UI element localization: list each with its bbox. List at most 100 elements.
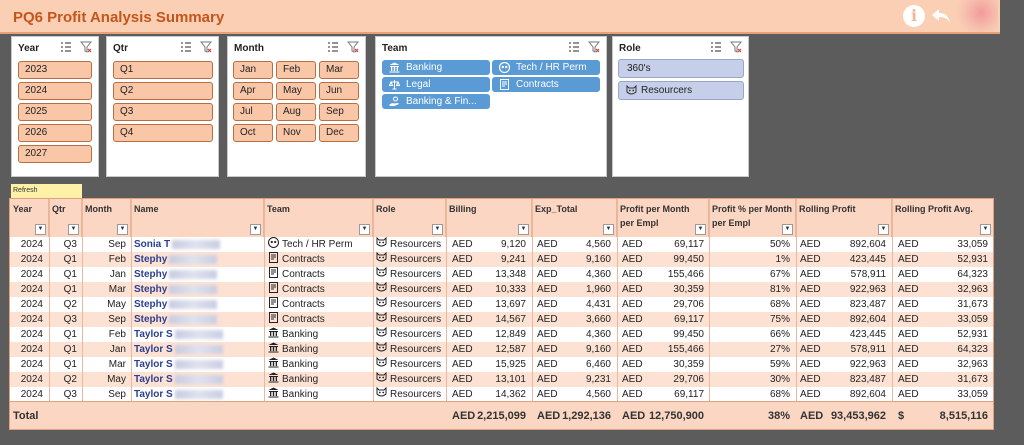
currency-label: AED [898,239,919,250]
multi-select-icon[interactable] [568,41,580,53]
cell-name: Stephy [134,267,262,282]
slicer-item-q3[interactable]: Q3 [113,103,213,121]
slicer-item-2024[interactable]: 2024 [18,82,92,100]
multi-select-icon[interactable] [60,41,72,53]
slicer-item-jul[interactable]: Jul [233,103,273,121]
cell-billing: 14,567 [495,314,526,325]
cell-name: Stephy [134,312,262,327]
filter-dropdown-icon[interactable]: ▼ [603,224,614,235]
table-row[interactable]: 2024 Q3 Sep Taylor S Banking Resourcers AED 14,… [10,387,993,402]
currency-label: AED [452,254,473,265]
filter-dropdown-icon[interactable]: ▼ [518,224,529,235]
currency-label: AED [537,299,558,310]
currency-label: AED [800,299,821,310]
currency-label: AED [898,269,919,280]
slicer-item-jan[interactable]: Jan [233,61,273,79]
table-row[interactable]: 2024 Q1 Jan Taylor S Banking Resourcers AED 12,… [10,342,993,357]
filter-dropdown-icon[interactable]: ▼ [117,224,128,235]
slicer-item-dec[interactable]: Dec [319,124,359,142]
filter-dropdown-icon[interactable]: ▼ [432,224,443,235]
filter-dropdown-icon[interactable]: ▼ [695,224,706,235]
table-row[interactable]: 2024 Q1 Mar Stephy Contracts Resourcers AED 10,… [10,282,993,297]
col-header-role: Role ▼ [373,199,446,237]
table-row[interactable]: 2024 Q1 Mar Taylor S Banking Resourcers AED 15,… [10,357,993,372]
slicer-item-2026[interactable]: 2026 [18,124,92,142]
slicer-item-nov[interactable]: Nov [276,124,316,142]
refresh-button[interactable]: Refresh [11,184,82,198]
currency-label: AED [537,359,558,370]
cell-role: Resourcers [376,312,446,327]
slicer-item-banking-fin[interactable]: Banking & Fin... [382,94,490,109]
currency-label: AED [898,254,919,265]
slicer-item-sep[interactable]: Sep [319,103,359,121]
slicer-item-q2[interactable]: Q2 [113,82,213,100]
currency-label: AED [622,239,643,250]
slicer-item-jun[interactable]: Jun [319,82,359,100]
cell-year: 2024 [20,269,43,280]
filter-dropdown-icon[interactable]: ▼ [250,224,261,235]
cell-rolling-profit: 892,604 [849,239,886,250]
multi-select-icon[interactable] [710,41,722,53]
slicer-item-may[interactable]: May [276,82,316,100]
slicer-item-resourcers[interactable]: Resourcers [618,81,744,100]
clear-filter-icon[interactable] [588,41,600,53]
table-row[interactable]: 2024 Q2 May Taylor S Banking Resourcers AED 13,… [10,372,993,387]
slicer-item-legal[interactable]: Legal [382,77,490,92]
cell-rolling-avg: 64,323 [957,344,988,355]
filter-dropdown-icon[interactable]: ▼ [359,224,370,235]
slicer-item-feb[interactable]: Feb [276,61,316,79]
filter-dropdown-icon[interactable]: ▼ [35,224,46,235]
table-row[interactable]: 2024 Q1 Feb Stephy Contracts Resourcers AED 9,2… [10,252,993,267]
table-row[interactable]: 2024 Q3 Sep Sonia T Tech / HR Perm Resourcers… [10,237,993,252]
table-row[interactable]: 2024 Q1 Feb Taylor S Banking Resourcers AED 12,… [10,327,993,342]
multi-select-icon[interactable] [180,41,192,53]
clear-filter-icon[interactable] [347,41,359,53]
slicer-item-aug[interactable]: Aug [276,103,316,121]
slicer-item-2027[interactable]: 2027 [18,145,92,163]
table-row[interactable]: 2024 Q2 May Stephy Contracts Resourcers AED 13,… [10,297,993,312]
hand-coins-icon [389,96,399,106]
cell-profit: 29,706 [673,299,704,310]
slicer-item-q4[interactable]: Q4 [113,124,213,142]
slicer-item-tech-hr-perm[interactable]: Tech / HR Perm [492,60,600,75]
clear-filter-icon[interactable] [200,41,212,53]
table-row[interactable]: 2024 Q3 Sep Stephy Contracts Resourcers AED 14,… [10,312,993,327]
cell-qtr: Q3 [63,389,77,400]
bank-icon [268,342,279,353]
total-exp: 1,292,136 [562,410,611,422]
total-rolling-avg: 8,515,116 [939,410,988,422]
currency-label: AED [800,254,821,265]
slicer-item-360s[interactable]: 360's [618,59,744,78]
slicer-month: Month Jan Feb Mar Apr May Jun Jul Aug Se… [227,36,366,177]
dollar-label: $ [898,410,905,422]
total-billing: 2,215,099 [477,410,526,422]
cell-month: Mar [108,284,126,295]
back-arrow-icon[interactable] [930,5,952,27]
slicer-item-2023[interactable]: 2023 [18,61,92,79]
slicer-item-contracts[interactable]: Contracts [492,77,600,92]
slicer-item-2025[interactable]: 2025 [18,103,92,121]
cell-exp-total: 9,160 [585,254,611,265]
cell-name: Taylor S [134,357,262,372]
filter-dropdown-icon[interactable]: ▼ [980,224,991,235]
currency-label: AED [800,329,821,340]
info-icon[interactable]: i [903,5,925,27]
slicer-item-apr[interactable]: Apr [233,82,273,100]
slicer-item-oct[interactable]: Oct [233,124,273,142]
cell-billing: 12,849 [495,329,526,340]
filter-dropdown-icon[interactable]: ▼ [782,224,793,235]
clear-filter-icon[interactable] [80,41,92,53]
cell-profit: 69,117 [674,314,704,325]
slicer-item-mar[interactable]: Mar [319,61,359,79]
multi-select-icon[interactable] [327,41,339,53]
filter-dropdown-icon[interactable]: ▼ [68,224,79,235]
cell-billing: 13,101 [495,374,526,385]
robot-icon [499,62,510,73]
slicer-item-banking[interactable]: Banking [382,60,490,75]
slicer-qtr-title: Qtr [113,43,128,54]
slicer-item-q1[interactable]: Q1 [113,61,213,79]
table-row[interactable]: 2024 Q1 Jan Stephy Contracts Resourcers AED 13,… [10,267,993,282]
clear-filter-icon[interactable] [730,41,742,53]
currency-label: AED [537,329,558,340]
filter-dropdown-icon[interactable]: ▼ [878,224,889,235]
